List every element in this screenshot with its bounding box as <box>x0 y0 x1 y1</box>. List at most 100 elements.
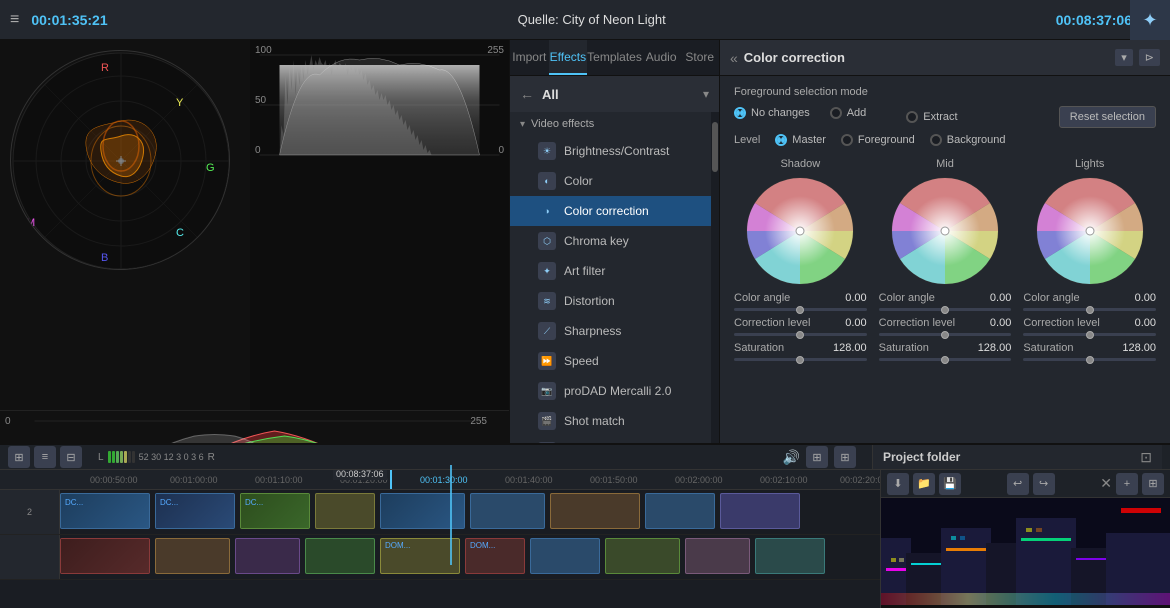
timeline-list-btn[interactable]: ⊞ <box>834 446 856 468</box>
mid-color-angle-slider[interactable] <box>879 308 1012 311</box>
lights-wheel[interactable] <box>1035 176 1145 286</box>
clip-7[interactable] <box>550 493 640 529</box>
level-background-dot <box>930 134 942 146</box>
audio-clip-2[interactable] <box>155 538 230 574</box>
timeline-grid-btn[interactable]: ⊞ <box>806 446 828 468</box>
nav-next-button[interactable]: ⊳ <box>1139 49 1160 66</box>
project-undo-btn[interactable]: ↩ <box>1007 473 1029 495</box>
effect-brightness-contrast[interactable]: ☀ Brightness/Contrast <box>510 136 711 166</box>
level-label-r: R <box>208 452 215 463</box>
project-expand-icon[interactable]: ⊡ <box>1140 449 1152 466</box>
tab-templates[interactable]: Templates <box>587 40 642 75</box>
svg-text:B: B <box>101 252 108 264</box>
effect-label: Sharpness <box>564 324 621 338</box>
level-master[interactable]: Master <box>775 134 826 146</box>
scrollbar-thumb[interactable] <box>712 122 718 172</box>
clip-5[interactable] <box>380 493 465 529</box>
audio-clip-8[interactable] <box>605 538 680 574</box>
effect-sharpness[interactable]: ⟋ Sharpness <box>510 316 711 346</box>
grid-view-btn[interactable]: ⊞ <box>8 446 30 468</box>
radio-add[interactable]: Add <box>830 107 867 119</box>
clip-4[interactable] <box>315 493 375 529</box>
effect-prodad[interactable]: 📷 proDAD Mercalli 2.0 <box>510 376 711 406</box>
radio-no-changes[interactable]: No changes <box>734 107 810 119</box>
timeline-ruler[interactable]: 00:00:50:00 00:01:00:00 00:01:10:00 00:0… <box>0 470 880 490</box>
project-folder-btn[interactable]: 📁 <box>913 473 935 495</box>
nav-dropdown-icon[interactable]: ▾ <box>703 87 709 101</box>
audio-clip-3[interactable] <box>235 538 300 574</box>
level-foreground[interactable]: Foreground <box>841 134 915 146</box>
shadow-wheel[interactable] <box>745 176 855 286</box>
menu-icon[interactable]: ≡ <box>10 11 19 29</box>
back-double-arrow[interactable]: « <box>730 50 738 66</box>
waveform-label-0: 0 <box>255 145 261 156</box>
slider-thumb[interactable] <box>1086 331 1094 339</box>
svg-text:C: C <box>176 227 184 239</box>
effect-speed[interactable]: ⏩ Speed <box>510 346 711 376</box>
slider-thumb[interactable] <box>796 306 804 314</box>
audio-clip-10[interactable] <box>755 538 825 574</box>
effect-distortion[interactable]: ≋ Distortion <box>510 286 711 316</box>
slider-thumb[interactable] <box>796 356 804 364</box>
radio-extract[interactable]: Extract <box>906 111 957 123</box>
project-download-btn[interactable]: ⬇ <box>887 473 909 495</box>
shadow-correction-slider[interactable] <box>734 333 867 336</box>
slider-thumb[interactable] <box>941 356 949 364</box>
mid-wheel[interactable] <box>890 176 1000 286</box>
audio-clip-7[interactable] <box>530 538 600 574</box>
lights-color-angle-slider[interactable] <box>1023 308 1156 311</box>
svg-text:00:01:00:00: 00:01:00:00 <box>170 475 218 485</box>
track-content-2[interactable]: DOM... DOM... <box>60 535 880 579</box>
audio-clip-6[interactable]: DOM... <box>465 538 525 574</box>
nav-all-label: All <box>542 87 695 102</box>
tab-effects[interactable]: Effects <box>549 40 588 75</box>
effect-art-filter[interactable]: ✦ Art filter <box>510 256 711 286</box>
sharpness-icon: ⟋ <box>538 322 556 340</box>
video-effects-category[interactable]: ▾ Video effects <box>510 112 711 136</box>
audio-clip-5[interactable]: DOM... <box>380 538 460 574</box>
tab-import[interactable]: Import <box>510 40 549 75</box>
timeline-view-btn[interactable]: ⊟ <box>60 446 82 468</box>
slider-thumb[interactable] <box>941 331 949 339</box>
project-redo-btn[interactable]: ↪ <box>1033 473 1055 495</box>
tab-store[interactable]: Store <box>680 40 719 75</box>
project-add-btn[interactable]: + <box>1116 473 1138 495</box>
volume-icon[interactable]: 🔊 <box>783 449 800 466</box>
effect-shot-match[interactable]: 🎬 Shot match <box>510 406 711 436</box>
lights-saturation-slider[interactable] <box>1023 358 1156 361</box>
mid-correction-slider[interactable] <box>879 333 1012 336</box>
project-grid-btn[interactable]: ⊞ <box>1142 473 1164 495</box>
mid-saturation-slider[interactable] <box>879 358 1012 361</box>
project-toolbar: ⬇ 📁 💾 ↩ ↪ ✕ + ⊞ <box>881 470 1170 498</box>
effect-label: Color correction <box>564 204 649 218</box>
nav-back-icon[interactable]: ← <box>520 86 534 102</box>
effect-chroma-key[interactable]: ⬡ Chroma key <box>510 226 711 256</box>
audio-clip-1[interactable] <box>60 538 150 574</box>
effect-color[interactable]: ◐ Color <box>510 166 711 196</box>
effect-color-correction[interactable]: ◑ Color correction <box>510 196 711 226</box>
project-save-btn[interactable]: 💾 <box>939 473 961 495</box>
shadow-saturation-slider[interactable] <box>734 358 867 361</box>
audio-clip-9[interactable] <box>685 538 750 574</box>
slider-thumb[interactable] <box>1086 306 1094 314</box>
svg-text:G: G <box>206 162 215 174</box>
slider-thumb[interactable] <box>1086 356 1094 364</box>
project-close-btn[interactable]: ✕ <box>1100 475 1112 492</box>
list-view-btn[interactable]: ≡ <box>34 446 56 468</box>
dropdown-button[interactable]: ▾ <box>1115 49 1133 66</box>
slider-thumb[interactable] <box>796 331 804 339</box>
total-duration-display: 00:08:37:06 <box>1056 12 1132 28</box>
level-background[interactable]: Background <box>930 134 1006 146</box>
clip-6[interactable] <box>470 493 545 529</box>
reset-selection-button[interactable]: Reset selection <box>1059 106 1156 128</box>
shot-match-icon: 🎬 <box>538 412 556 430</box>
slider-thumb[interactable] <box>941 306 949 314</box>
clip-8[interactable] <box>645 493 715 529</box>
clip-9[interactable] <box>720 493 800 529</box>
track-content-1[interactable]: DC... DC... DC... <box>60 490 880 534</box>
tab-audio[interactable]: Audio <box>642 40 681 75</box>
audio-clip-4[interactable] <box>305 538 375 574</box>
shadow-color-angle-slider[interactable] <box>734 308 867 311</box>
svg-text:00:01:10:00: 00:01:10:00 <box>255 475 303 485</box>
lights-correction-slider[interactable] <box>1023 333 1156 336</box>
